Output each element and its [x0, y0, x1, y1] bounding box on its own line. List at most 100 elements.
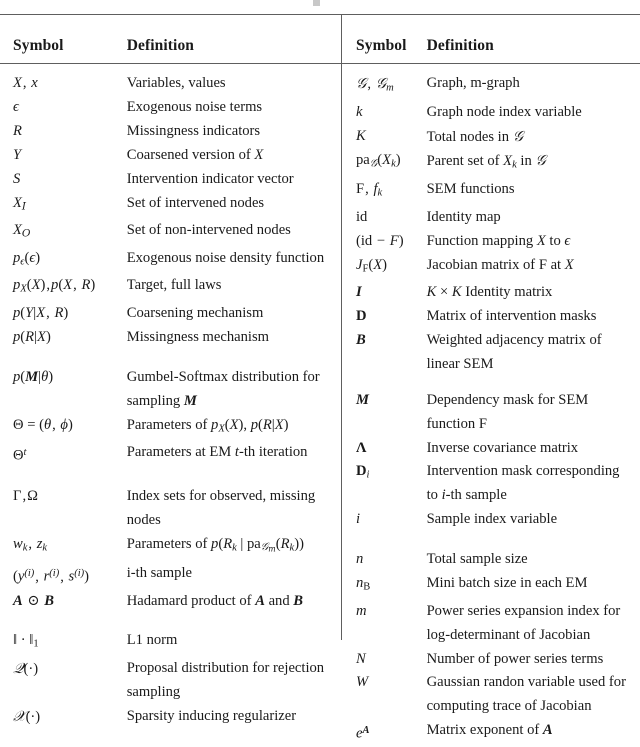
- definition-cell: Graph, m-graph: [426, 75, 520, 91]
- definition-cell: Power series expansion index for log-det…: [426, 602, 621, 643]
- table-row: p(R|X) Missingness mechanism: [0, 326, 341, 350]
- right-header-definition: Definition: [426, 37, 494, 54]
- symbol-cell: D: [356, 308, 367, 325]
- definition-cell: Set of non-intervened nodes: [126, 222, 291, 239]
- table-row: pX(X),p(X, R) Target, full laws: [0, 274, 341, 302]
- definition-cell: Exogenous noise terms: [126, 98, 263, 115]
- symbol-cell: pa𝒢(Xk): [356, 152, 401, 171]
- table-row: R Missingness indicators: [0, 120, 341, 144]
- table-row: Di Intervention mask corresponding to i-…: [342, 460, 640, 508]
- table-row: p(Y|X, R) Coarsening mechanism: [0, 302, 341, 326]
- symbol-cell: pϵ(ϵ): [13, 249, 41, 268]
- symbol-cell: 𝒳(·): [13, 707, 41, 725]
- definition-cell: Coarsened version of X: [126, 146, 264, 163]
- definition-cell: Target, full laws: [126, 277, 222, 294]
- table-row: M Dependency mask for SEM function F: [342, 389, 640, 437]
- table-row: m Power series expansion index for log-d…: [342, 600, 640, 648]
- symbol-cell: eA: [356, 725, 370, 742]
- table-row: 𝒬(·) Proposal distribution for rejection…: [0, 657, 341, 705]
- symbol-cell: i: [356, 511, 361, 528]
- symbol-cell: p(Y|X, R): [13, 305, 69, 322]
- definition-cell: Matrix of intervention masks: [426, 308, 597, 325]
- definition-cell: Index sets for observed, missing nodes: [126, 487, 316, 528]
- table-row: i Sample index variable: [342, 508, 640, 532]
- table-row: 𝒳(·) Sparsity inducing regularizer: [0, 705, 341, 730]
- symbol-cell: (id − F): [356, 232, 404, 249]
- definition-cell: L1 norm: [126, 632, 178, 649]
- symbol-cell: 𝒢, 𝒢m: [356, 75, 394, 94]
- table-row: JF(X) Jacobian matrix of F at X: [342, 254, 640, 282]
- definition-cell: Proposal distribution for rejection samp…: [126, 660, 325, 700]
- symbol-cell: Y: [13, 146, 22, 163]
- symbol-cell: n: [356, 551, 364, 568]
- symbol-cell: W: [356, 674, 369, 691]
- symbol-cell: Θt: [13, 447, 27, 464]
- definition-cell: Matrix exponent of A: [426, 722, 553, 739]
- definition-cell: Function mapping X to ϵ: [426, 232, 571, 249]
- symbol-cell: F, fk: [356, 181, 383, 199]
- table-row: k Graph node index variable: [342, 101, 640, 125]
- table-row: pϵ(ϵ) Exogenous noise density function: [0, 247, 341, 275]
- symbol-cell: R: [13, 122, 22, 139]
- table-row: XI Set of intervened nodes: [0, 192, 341, 220]
- definition-cell: Mini batch size in each EM: [426, 575, 588, 592]
- definition-cell: Intervention indicator vector: [126, 170, 294, 187]
- symbol-cell: Di: [356, 463, 370, 482]
- symbol-cell: Γ,Ω: [13, 487, 38, 504]
- table-row: Γ,Ω Index sets for observed, missing nod…: [0, 485, 341, 533]
- symbol-cell: X, x: [13, 75, 38, 91]
- definition-cell: Parameters of pX(X), p(R|X): [126, 416, 289, 435]
- table-row: Λ Inverse covariance matrix: [342, 437, 640, 461]
- symbol-cell: JF(X): [356, 256, 387, 275]
- symbol-cell: A ⊙ B: [13, 592, 55, 609]
- symbol-cell: 𝒬(·): [13, 660, 39, 678]
- symbol-cell: Θ = (θ, ϕ): [13, 416, 73, 433]
- symbol-cell: k: [356, 103, 363, 120]
- definition-cell: Intervention mask corresponding to i-th …: [426, 463, 620, 504]
- table-row: Θ = (θ, ϕ) Parameters of pX(X), p(R|X): [0, 414, 341, 442]
- left-header-definition: Definition: [126, 37, 195, 54]
- definition-cell: Dependency mask for SEM function F: [426, 391, 589, 432]
- definition-cell: Total sample size: [426, 551, 528, 568]
- table-row: Y Coarsened version of X: [0, 144, 341, 168]
- definition-cell: Number of power series terms: [426, 650, 604, 667]
- definition-cell: Missingness indicators: [126, 122, 261, 139]
- symbol-cell: id: [356, 208, 368, 225]
- table-row: id Identity map: [342, 206, 640, 230]
- definition-cell: SEM functions: [426, 181, 515, 198]
- symbol-cell: B: [356, 331, 366, 348]
- definition-cell: Coarsening mechanism: [126, 305, 264, 322]
- right-notation-table: Symbol Definition 𝒢, 𝒢m Graph, m-graph k…: [342, 36, 640, 747]
- table-row: 𝒢, 𝒢m Graph, m-graph: [342, 72, 640, 101]
- left-header-symbol: Symbol: [13, 37, 64, 54]
- table-row: D Matrix of intervention masks: [342, 305, 640, 329]
- symbol-cell: nB: [356, 575, 371, 593]
- table-row: eA Matrix exponent of A: [342, 719, 640, 747]
- table-row: S Intervention indicator vector: [0, 168, 341, 192]
- symbol-cell: wk, zk: [13, 535, 48, 554]
- definition-cell: Set of intervened nodes: [126, 194, 265, 211]
- notation-table-page: Symbol Definition X, x Variables, values…: [0, 0, 640, 742]
- table-row: A ⊙ B Hadamard product of A and B: [0, 590, 341, 614]
- definition-cell: Exogenous noise density function: [126, 249, 325, 266]
- definition-cell: i-th sample: [126, 564, 192, 581]
- left-table-header-row: Symbol Definition: [0, 36, 341, 72]
- table-row: K Total nodes in 𝒢: [342, 125, 640, 150]
- definition-cell: Sample index variable: [426, 511, 558, 528]
- symbol-cell: ‖ · ‖1: [13, 632, 39, 651]
- symbol-cell: N: [356, 650, 366, 667]
- symbol-cell: I: [356, 284, 362, 301]
- symbol-cell: m: [356, 602, 367, 619]
- table-row: B Weighted adjacency matrix of linear SE…: [342, 329, 640, 377]
- symbol-cell: pX(X),p(X, R): [13, 277, 96, 296]
- row-spacer: [0, 350, 341, 366]
- definition-cell: Identity map: [426, 208, 501, 225]
- table-row: pa𝒢(Xk) Parent set of Xk in 𝒢: [342, 149, 640, 178]
- table-row: X, x Variables, values: [0, 72, 341, 96]
- table-row: (id − F) Function mapping X to ϵ: [342, 230, 640, 254]
- table-row: ‖ · ‖1 L1 norm: [0, 629, 341, 657]
- table-row: n Total sample size: [342, 548, 640, 572]
- definition-cell: Hadamard product of A and B: [126, 592, 304, 609]
- definition-cell: Inverse covariance matrix: [426, 439, 579, 456]
- symbol-cell: XO: [13, 222, 31, 240]
